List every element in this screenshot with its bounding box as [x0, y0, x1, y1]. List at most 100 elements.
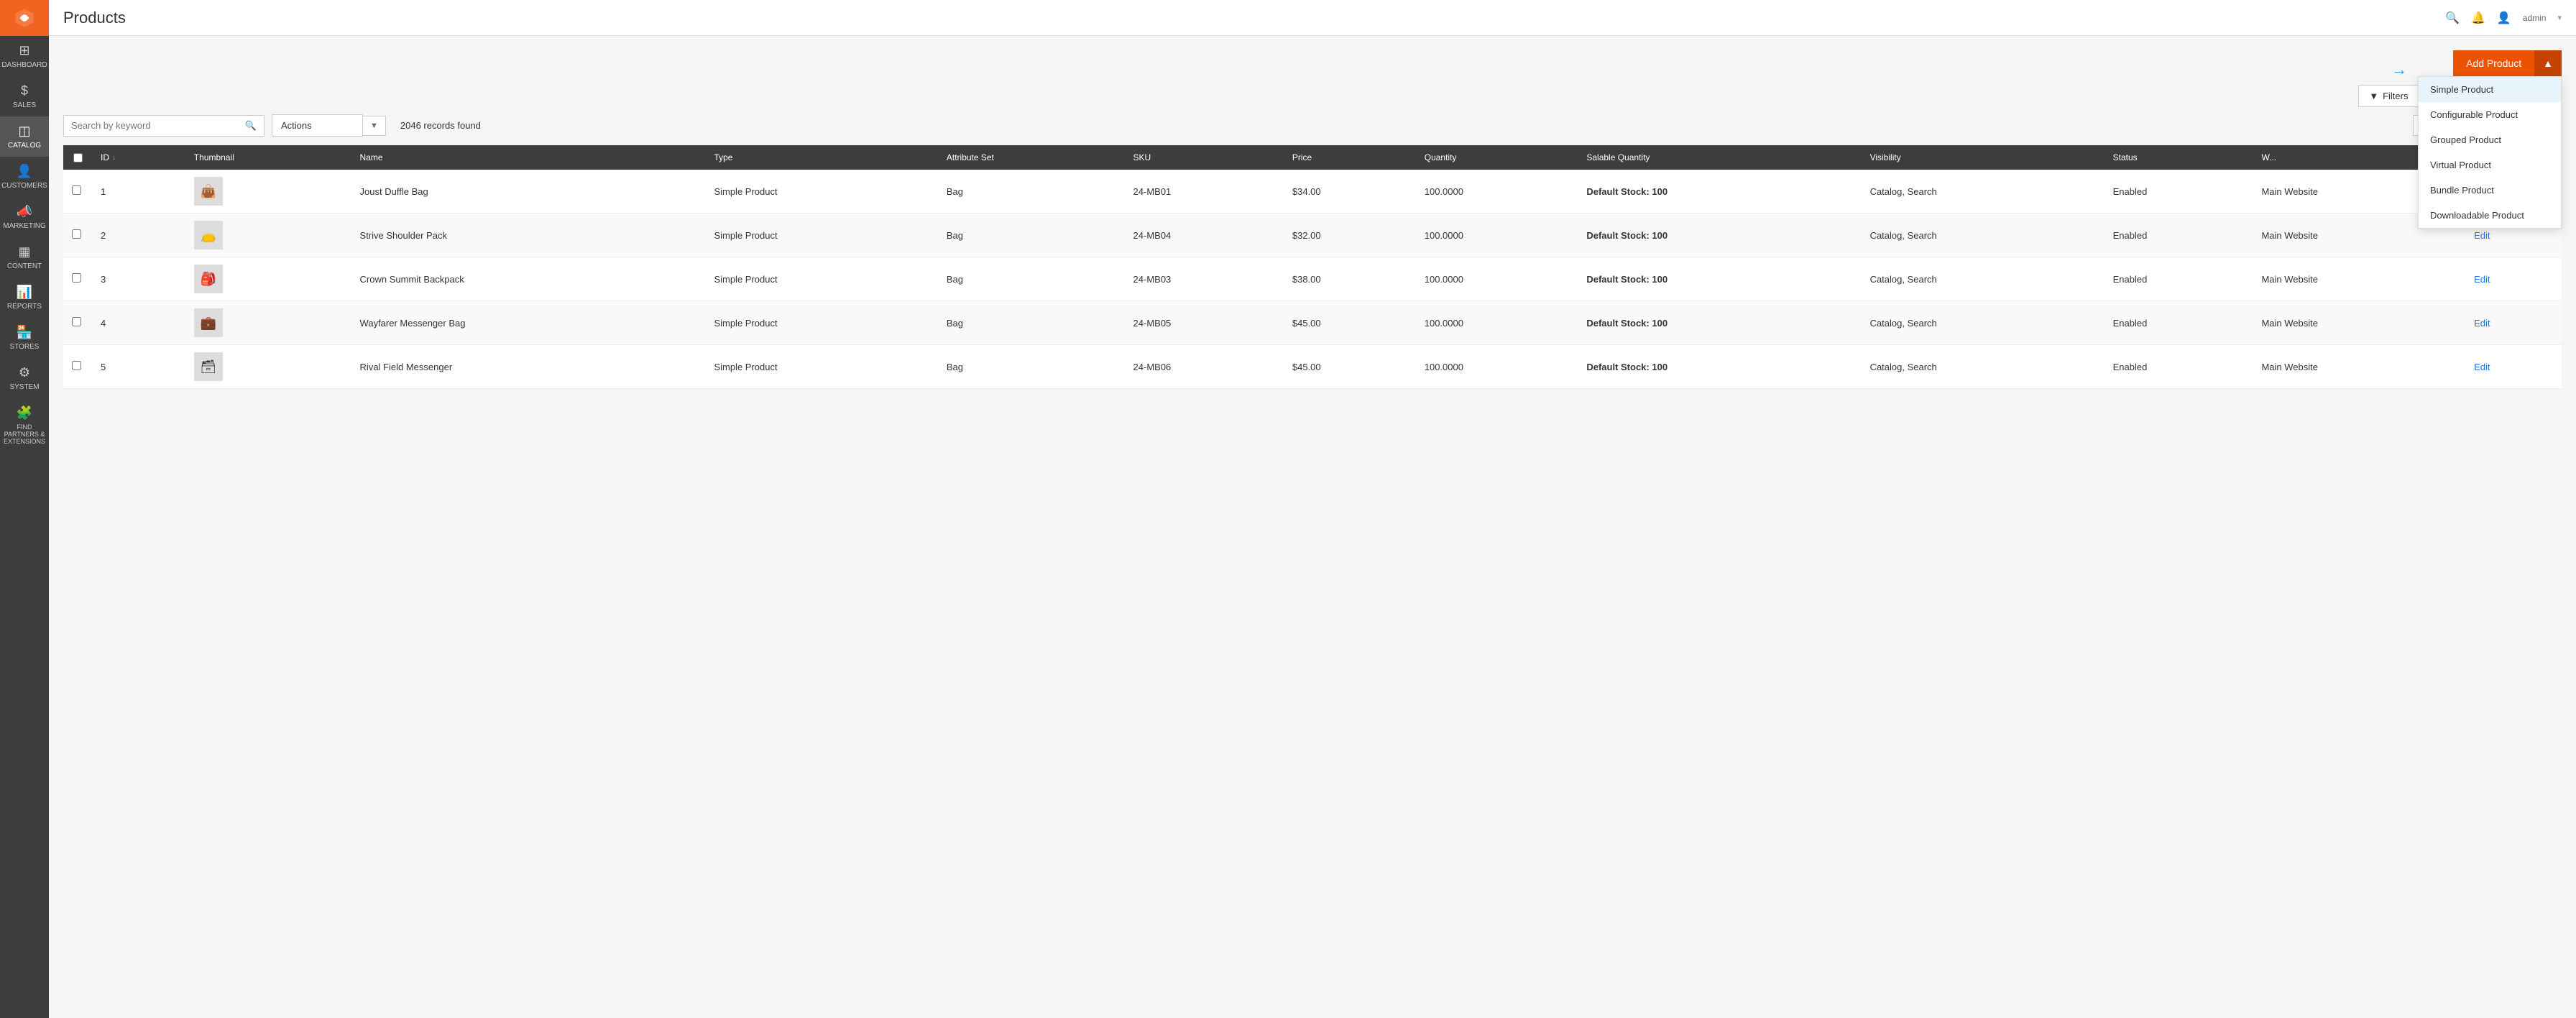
- salable-qty-value: Default Stock: 100: [1586, 362, 1668, 372]
- table-header-price[interactable]: Price: [1284, 145, 1416, 170]
- row-salable-quantity: Default Stock: 100: [1578, 214, 1861, 257]
- blue-arrow-indicator: →: [2391, 60, 2407, 79]
- actions-dropdown-toggle[interactable]: ▼: [363, 116, 386, 136]
- thumbnail-image: 👜: [194, 177, 223, 206]
- table-row: 4 💼 Wayfarer Messenger Bag Simple Produc…: [63, 301, 2562, 345]
- main-content: Products 🔍 🔔 👤 admin ▾ Add Product ▲ → S…: [49, 0, 2576, 1018]
- row-status: Enabled: [2104, 214, 2253, 257]
- row-thumbnail: 🎒: [185, 257, 351, 301]
- table-header-salable-quantity[interactable]: Salable Quantity: [1578, 145, 1861, 170]
- row-edit-link[interactable]: Edit: [2465, 257, 2562, 301]
- row-price: $45.00: [1284, 301, 1416, 345]
- sidebar-item-content[interactable]: ▦ CONTENT: [0, 237, 49, 278]
- row-checkbox[interactable]: [63, 257, 92, 301]
- row-visibility: Catalog, Search: [1862, 345, 2104, 389]
- table-row: 1 👜 Joust Duffle Bag Simple Product Bag …: [63, 170, 2562, 214]
- table-row: 3 🎒 Crown Summit Backpack Simple Product…: [63, 257, 2562, 301]
- sort-id-icon[interactable]: ↓: [112, 154, 116, 162]
- row-sku: 24-MB04: [1125, 214, 1284, 257]
- row-price: $45.00: [1284, 345, 1416, 389]
- dropdown-item-virtual[interactable]: Virtual Product: [2419, 152, 2561, 178]
- row-attribute-set: Bag: [938, 257, 1125, 301]
- row-checkbox[interactable]: [63, 345, 92, 389]
- sidebar-item-find-partners[interactable]: 🧩 FIND PARTNERS & EXTENSIONS: [0, 398, 49, 452]
- row-salable-quantity: Default Stock: 100: [1578, 345, 1861, 389]
- actions-select[interactable]: Actions Delete Change Status Update Attr…: [272, 114, 363, 137]
- sidebar-item-reports[interactable]: 📊 REPORTS: [0, 278, 49, 318]
- add-product-button[interactable]: Add Product: [2453, 50, 2534, 76]
- sidebar-item-content-label: CONTENT: [7, 262, 42, 270]
- admin-label: admin: [2523, 13, 2547, 23]
- top-header: Products 🔍 🔔 👤 admin ▾: [49, 0, 2576, 36]
- page-title: Products: [63, 9, 126, 27]
- col-price-label: Price: [1292, 152, 1312, 162]
- col-status-label: Status: [2113, 152, 2138, 162]
- sidebar-item-sales[interactable]: $ SALES: [0, 76, 49, 116]
- dropdown-item-grouped[interactable]: Grouped Product: [2419, 127, 2561, 152]
- table-header-type[interactable]: Type: [705, 145, 937, 170]
- filters-button[interactable]: ▼ Filters: [2358, 85, 2419, 107]
- row-checkbox[interactable]: [63, 214, 92, 257]
- row-sku: 24-MB05: [1125, 301, 1284, 345]
- sidebar-item-marketing-label: MARKETING: [3, 222, 45, 230]
- table-header-status[interactable]: Status: [2104, 145, 2253, 170]
- row-thumbnail: 👝: [185, 214, 351, 257]
- search-submit-icon[interactable]: 🔍: [245, 120, 257, 132]
- user-dropdown-arrow[interactable]: ▾: [2557, 13, 2562, 22]
- row-price: $34.00: [1284, 170, 1416, 214]
- row-select-checkbox[interactable]: [72, 361, 81, 370]
- table-row: 5 🗃 Rival Field Messenger Simple Product…: [63, 345, 2562, 389]
- dropdown-item-downloadable[interactable]: Downloadable Product: [2419, 203, 2561, 228]
- row-type: Simple Product: [705, 257, 937, 301]
- row-edit-link[interactable]: Edit: [2465, 345, 2562, 389]
- row-status: Enabled: [2104, 301, 2253, 345]
- row-salable-quantity: Default Stock: 100: [1578, 301, 1861, 345]
- row-select-checkbox[interactable]: [72, 185, 81, 195]
- row-select-checkbox[interactable]: [72, 273, 81, 283]
- row-quantity: 100.0000: [1416, 301, 1578, 345]
- filter-icon: ▼: [2369, 91, 2378, 101]
- table-header-sku[interactable]: SKU: [1125, 145, 1284, 170]
- row-checkbox[interactable]: [63, 170, 92, 214]
- dropdown-item-bundle[interactable]: Bundle Product: [2419, 178, 2561, 203]
- row-edit-link[interactable]: Edit: [2465, 301, 2562, 345]
- row-websites: Main Website: [2253, 345, 2465, 389]
- row-price: $38.00: [1284, 257, 1416, 301]
- row-visibility: Catalog, Search: [1862, 257, 2104, 301]
- sidebar-item-stores[interactable]: 🏪 STORES: [0, 318, 49, 358]
- search-icon[interactable]: 🔍: [2445, 11, 2460, 25]
- salable-qty-value: Default Stock: 100: [1586, 230, 1668, 241]
- sidebar-item-marketing[interactable]: 📣 MARKETING: [0, 197, 49, 237]
- search-actions-row: 🔍 Actions Delete Change Status Update At…: [63, 114, 2562, 137]
- row-select-checkbox[interactable]: [72, 229, 81, 239]
- sidebar-logo[interactable]: [0, 0, 49, 36]
- sidebar-item-customers[interactable]: 👤 CUSTOMERS: [0, 157, 49, 197]
- table-header-name[interactable]: Name: [351, 145, 706, 170]
- row-thumbnail: 🗃: [185, 345, 351, 389]
- table-header-attribute-set[interactable]: Attribute Set: [938, 145, 1125, 170]
- sidebar-item-dashboard[interactable]: ⊞ DASHBOARD: [0, 36, 49, 76]
- dropdown-item-configurable[interactable]: Configurable Product: [2419, 102, 2561, 127]
- dashboard-icon: ⊞: [19, 43, 29, 58]
- add-product-dropdown-toggle[interactable]: ▲: [2534, 50, 2562, 76]
- col-sku-label: SKU: [1133, 152, 1151, 162]
- sidebar-item-catalog[interactable]: ◫ CATALOG: [0, 116, 49, 157]
- search-input[interactable]: [71, 120, 245, 131]
- sales-icon: $: [21, 83, 28, 98]
- dropdown-item-simple[interactable]: Simple Product: [2419, 77, 2561, 102]
- sidebar-item-system[interactable]: ⚙ SYSTEM: [0, 358, 49, 398]
- row-checkbox[interactable]: [63, 301, 92, 345]
- col-thumbnail-label: Thumbnail: [194, 152, 234, 162]
- row-salable-quantity: Default Stock: 100: [1578, 257, 1861, 301]
- row-select-checkbox[interactable]: [72, 317, 81, 326]
- row-sku: 24-MB06: [1125, 345, 1284, 389]
- row-thumbnail: 💼: [185, 301, 351, 345]
- bell-icon[interactable]: 🔔: [2471, 11, 2485, 25]
- table-header-id[interactable]: ID ↓: [92, 145, 185, 170]
- table-header-visibility[interactable]: Visibility: [1862, 145, 2104, 170]
- select-all-checkbox[interactable]: [73, 153, 83, 162]
- row-status: Enabled: [2104, 345, 2253, 389]
- user-icon[interactable]: 👤: [2497, 11, 2511, 25]
- table-header-quantity[interactable]: Quantity: [1416, 145, 1578, 170]
- row-thumbnail: 👜: [185, 170, 351, 214]
